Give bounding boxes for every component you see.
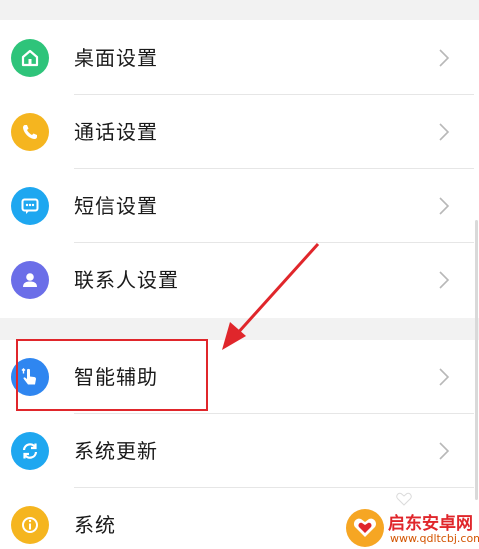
chevron-right-icon: [439, 368, 450, 386]
settings-item-system-update[interactable]: 系统更新: [0, 414, 474, 488]
watermark: 启东安卓网 www.qdltcbj.com: [346, 505, 479, 549]
settings-item-label: 桌面设置: [74, 46, 158, 70]
watermark-logo-icon: [346, 509, 384, 547]
message-icon: [11, 187, 49, 225]
group-separator: [0, 318, 479, 340]
settings-item-label: 系统更新: [74, 439, 158, 463]
chevron-right-icon: [439, 271, 450, 289]
chevron-right-icon: [439, 123, 450, 141]
chevron-right-icon: [439, 49, 450, 67]
refresh-icon: [11, 432, 49, 470]
settings-item-label: 通话设置: [74, 120, 158, 144]
scrollbar[interactable]: [475, 220, 478, 500]
highlight-box: [16, 339, 208, 411]
watermark-title: 启东安卓网: [388, 514, 473, 534]
settings-item-label: 联系人设置: [74, 268, 179, 292]
settings-item-call[interactable]: 通话设置: [0, 95, 474, 169]
settings-item-sms[interactable]: 短信设置: [0, 169, 474, 243]
phone-icon: [11, 113, 49, 151]
settings-item-desktop[interactable]: 桌面设置: [0, 21, 474, 95]
contact-icon: [11, 261, 49, 299]
info-icon: [11, 506, 49, 544]
chevron-right-icon: [439, 197, 450, 215]
home-icon: [11, 39, 49, 77]
top-background-strip: [0, 0, 479, 20]
settings-item-contacts[interactable]: 联系人设置: [0, 243, 474, 317]
heart-watermark-icon: [396, 492, 412, 506]
chevron-right-icon: [439, 442, 450, 460]
watermark-url: www.qdltcbj.com: [390, 532, 479, 545]
settings-item-label: 短信设置: [74, 194, 158, 218]
settings-item-label: 系统: [74, 513, 116, 537]
